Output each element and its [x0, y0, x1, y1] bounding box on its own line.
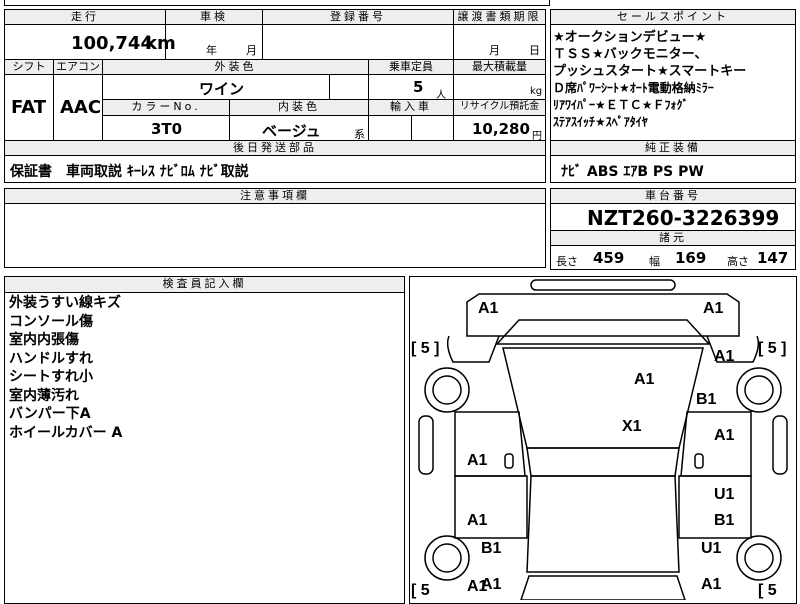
exterior-color-value: ワイン	[199, 80, 245, 98]
transfer-day: 日	[529, 44, 540, 57]
height-value: 147	[757, 249, 789, 267]
notes-cell	[4, 203, 546, 268]
import-cell-a	[368, 115, 412, 141]
chassis-cell: NZT260-3226399	[550, 203, 796, 231]
ac-value: AAC	[60, 97, 102, 118]
selling-point-line: Ｄ席ﾊﾟﾜｰｼｰﾄ★ｵｰﾄ電動格納ﾐﾗｰ	[553, 81, 714, 95]
selling-point-line: ﾘｱﾜｲﾊﾟｰ★ＥＴＣ★Ｆﾌｫｸﾞ	[553, 98, 689, 112]
recycle-cell: 10,280 円	[453, 115, 546, 142]
interior-color-cell: ベージュ 系	[229, 115, 369, 141]
registration-cell	[262, 24, 454, 60]
damage-mark: U1	[701, 540, 722, 557]
length-value: 459	[593, 249, 625, 267]
selling-point-line: ＴＳＳ★バックモニター、	[553, 47, 708, 62]
inspector-line: 外装うすい線キズ	[9, 295, 121, 311]
tread-depth-label: [ 5	[758, 582, 777, 599]
inspection-year: 年	[206, 44, 217, 57]
chassis-header: 車台番号	[550, 188, 796, 204]
width-value: 169	[675, 249, 707, 267]
transfer-cell: 月 日	[453, 24, 546, 60]
later-items-cell: 保証書 車両取説 ｷｰﾚｽ ﾅﾋﾞﾛﾑ ﾅﾋﾞ取説	[4, 155, 546, 183]
mileage-cell: 100,744 km	[4, 24, 176, 60]
ac-header: エアコン	[53, 59, 103, 75]
damage-mark: A1	[481, 576, 502, 593]
dimensions-header: 諸元	[550, 230, 796, 246]
damage-mark: B1	[714, 512, 735, 529]
transfer-header: 譲渡書類期限	[453, 9, 546, 25]
capacity-value: 5	[413, 78, 424, 96]
damage-mark: A1	[634, 371, 655, 388]
inspection-header: 車検	[165, 9, 263, 25]
inspector-header: 検査員記入欄	[4, 276, 405, 293]
damage-mark: A1	[467, 452, 488, 469]
height-label: 高さ	[727, 255, 749, 268]
capacity-header: 乗車定員	[368, 59, 454, 75]
damage-mark: B1	[481, 540, 502, 557]
selling-point-line: ★オークションデビュー★	[553, 30, 707, 45]
standard-equipment-cell: ﾅﾋﾞ ABS ｴｱB PS PW	[550, 155, 796, 183]
standard-equipment-text: ﾅﾋﾞ ABS ｴｱB PS PW	[561, 164, 704, 180]
color-no-header: カラーNo.	[102, 99, 230, 116]
shift-header: シフト	[4, 59, 54, 75]
damage-mark: A1	[703, 300, 724, 317]
recycle-fee-value: 10,280	[472, 120, 530, 138]
inspector-line: バンパー下A	[9, 406, 91, 422]
damage-mark: U1	[714, 486, 735, 503]
import-header: 輸入車	[368, 99, 454, 116]
inspector-line: コンソール傷	[9, 313, 93, 330]
inspector-line: ハンドルすれ	[9, 350, 93, 367]
tread-depth-label: [ 5 ]	[411, 340, 440, 357]
top-partial-row	[4, 0, 550, 6]
exterior-color-cell: ワイン	[102, 74, 330, 100]
max-load-cell: kg	[453, 74, 546, 100]
registration-header: 登録番号	[262, 9, 454, 25]
shift-value: FAT	[11, 97, 47, 118]
damage-mark: A1	[467, 512, 488, 529]
damage-mark: B1	[696, 391, 717, 408]
import-cell-b	[411, 115, 454, 141]
ac-cell: AAC	[53, 74, 103, 141]
inspector-line: シートすれ小	[9, 369, 93, 385]
transfer-month: 月	[489, 44, 500, 57]
exterior-color-header: 外装色	[102, 59, 369, 75]
car-diagram	[418, 279, 788, 600]
inspector-cell: 外装うすい線キズ コンソール傷 室内内張傷 ハンドルすれ シートすれ小 室内薄汚…	[4, 292, 405, 604]
damage-mark: A1	[714, 348, 735, 365]
mileage-value: 100,744	[71, 33, 153, 54]
mileage-header: 走行	[4, 9, 166, 25]
later-items-text: 保証書 車両取説 ｷｰﾚｽ ﾅﾋﾞﾛﾑ ﾅﾋﾞ取説	[10, 164, 249, 180]
inspection-cell: 年 月	[165, 24, 263, 60]
exterior-color-extra	[329, 74, 369, 100]
selling-points-box: ★オークションデビュー★ ＴＳＳ★バックモニター、 プッシュスタート★スマートキ…	[550, 24, 796, 141]
width-label: 幅	[649, 255, 660, 268]
interior-color-value: ベージュ	[262, 122, 321, 140]
damage-mark: X1	[622, 418, 642, 435]
tread-depth-label: [ 5	[411, 582, 430, 599]
later-items-header: 後日発送部品	[4, 140, 546, 156]
dimensions-cell: 長さ 459 幅 169 高さ 147	[550, 245, 796, 270]
color-no-cell: 3T0	[102, 115, 230, 141]
damage-mark: A1	[701, 576, 722, 593]
inspector-line: 室内薄汚れ	[9, 387, 79, 404]
max-load-unit: kg	[530, 86, 543, 97]
interior-color-header: 内装色	[229, 99, 369, 116]
chassis-value: NZT260-3226399	[587, 206, 780, 230]
inspection-month: 月	[246, 44, 257, 57]
damage-mark: A1	[714, 427, 735, 444]
standard-equipment-header: 純正装備	[550, 140, 796, 156]
recycle-header: リサイクル預託金	[453, 99, 546, 116]
capacity-cell: 5 人	[368, 74, 454, 101]
damage-mark: A1	[478, 300, 499, 317]
max-load-header: 最大積載量	[453, 59, 546, 75]
selling-point-line: ｽﾃｱｽｲｯﾁ★ｽﾍﾟｱﾀｲﾔ	[553, 115, 648, 129]
shift-cell: FAT	[4, 74, 54, 141]
color-no-value: 3T0	[151, 120, 183, 138]
selling-points-header: セールスポイント	[550, 9, 796, 25]
inspector-line: ホイールカバー A	[9, 424, 123, 441]
notes-header: 注意事項欄	[4, 188, 546, 204]
selling-point-line: プッシュスタート★スマートキー	[553, 64, 747, 79]
length-label: 長さ	[556, 255, 578, 268]
tread-depth-label: [ 5 ]	[758, 340, 787, 357]
inspector-line: 室内内張傷	[9, 332, 79, 348]
